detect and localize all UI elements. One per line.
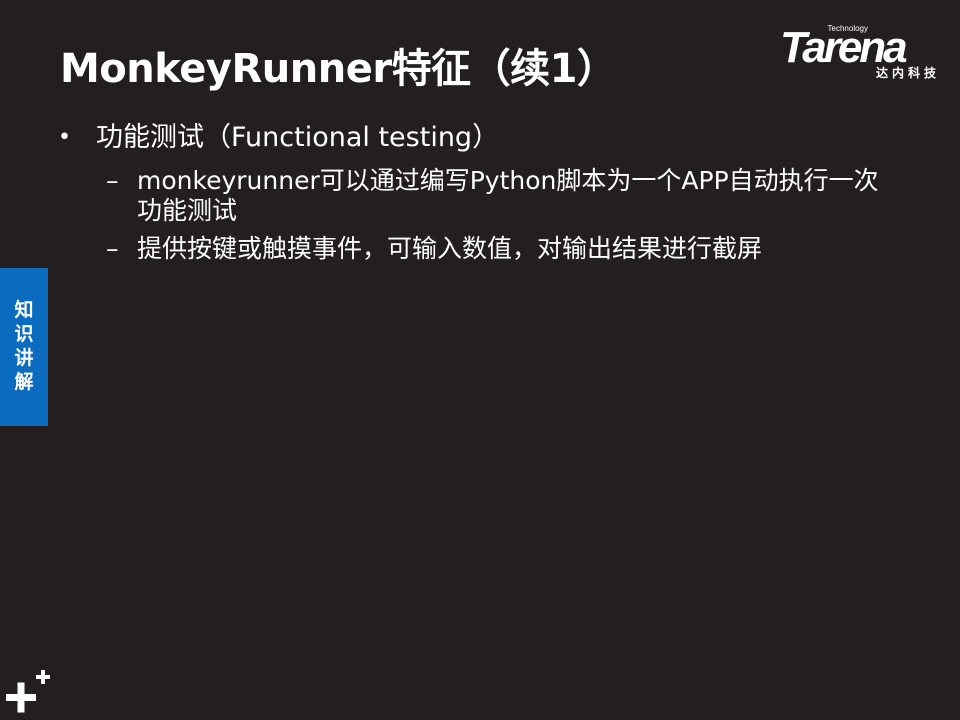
dash-marker: – — [106, 166, 119, 195]
logo-chinese-name: 达内科技 — [875, 66, 940, 80]
sub-bullet-item: – monkeyrunner可以通过编写Python脚本为一个APP自动执行一次… — [106, 166, 918, 226]
sub-bullet-item: – 提供按键或触摸事件，可输入数值，对输出结果进行截屏 — [106, 234, 918, 264]
bullet-marker: • — [58, 125, 71, 150]
dash-marker: – — [106, 234, 119, 263]
tarena-logo: Technology Tarena 达内科技 — [780, 22, 948, 84]
plus-plus-icon — [6, 670, 50, 713]
sub-bullet-text: monkeyrunner可以通过编写Python脚本为一个APP自动执行一次功能… — [137, 166, 879, 225]
bullet-item: • 功能测试（Functional testing） — [58, 118, 918, 158]
sub-bullet-text: 提供按键或触摸事件，可输入数值，对输出结果进行截屏 — [137, 234, 763, 263]
side-tab-label: 知识讲解 — [14, 299, 34, 393]
slide: MonkeyRunner特征（续1） Technology Tarena 达内科… — [0, 0, 960, 720]
slide-content: • 功能测试（Functional testing） – monkeyrunne… — [58, 118, 918, 264]
bullet-text: 功能测试（Functional testing） — [96, 122, 500, 153]
slide-title: MonkeyRunner特征（续1） — [60, 46, 617, 92]
side-tab: 知识讲解 — [0, 268, 48, 426]
